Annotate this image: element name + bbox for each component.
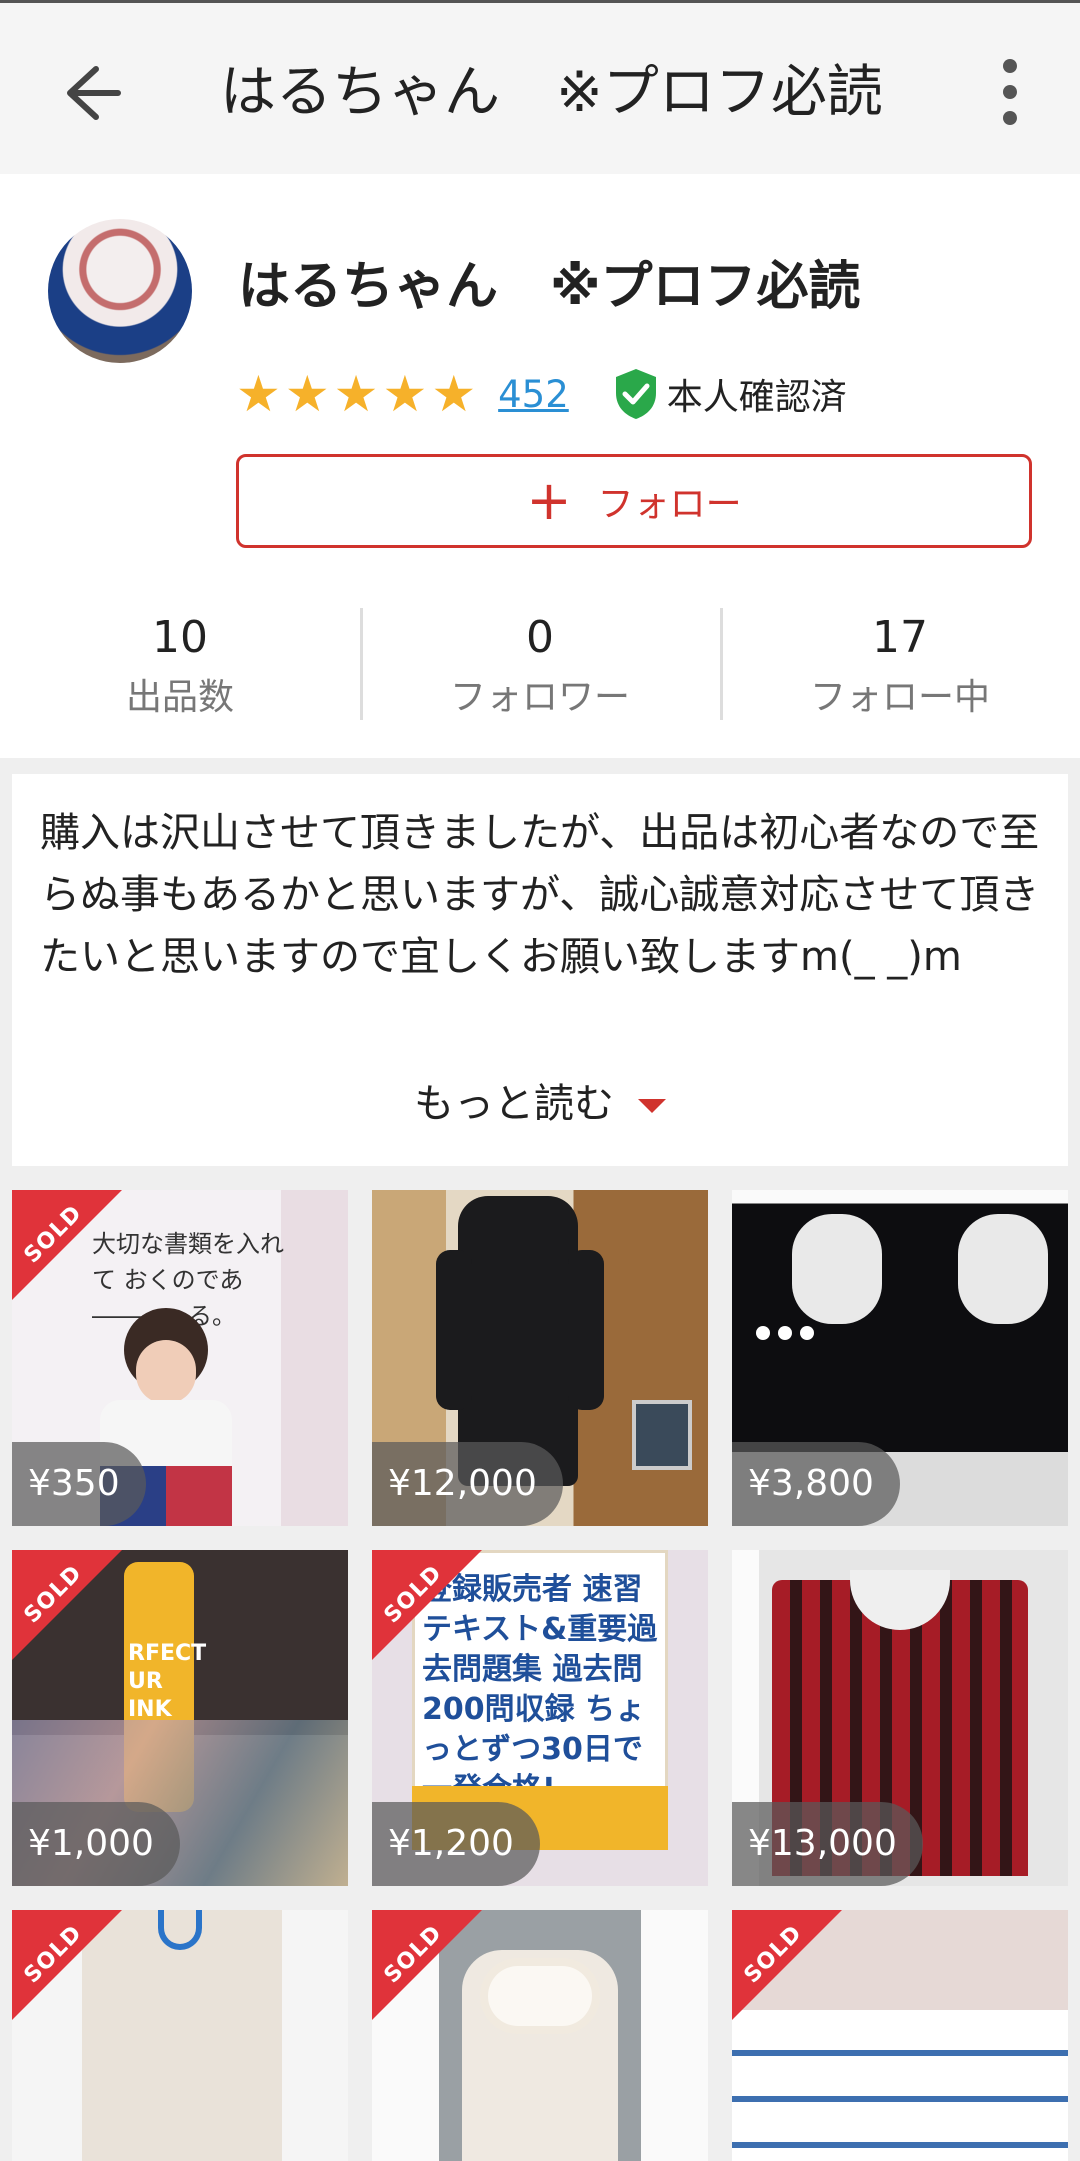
item-card[interactable]: ¥13,000 xyxy=(732,1550,1068,1886)
caret-down-icon xyxy=(638,1099,666,1113)
item-price: ¥1,200 xyxy=(372,1802,540,1886)
profile-card: はるちゃん ※プロフ必読 ★ ★ ★ ★ ★ 452 本人確認済 + フォロー … xyxy=(0,174,1080,758)
user-name: はるちゃん ※プロフ必読 xyxy=(238,257,861,317)
star-icon: ★ xyxy=(382,365,428,423)
stat-label: フォロー中 xyxy=(809,677,990,718)
shield-check-icon xyxy=(615,369,656,419)
stat-label: フォロワー xyxy=(449,677,630,718)
rating-row: ★ ★ ★ ★ ★ 452 本人確認済 xyxy=(236,364,847,424)
star-icon: ★ xyxy=(333,365,379,423)
stat-listings[interactable]: 10 出品数 xyxy=(0,592,360,728)
read-more-label: もっと読む xyxy=(414,1081,614,1127)
item-price: ¥13,000 xyxy=(732,1802,923,1886)
avatar[interactable] xyxy=(48,219,192,363)
rating-stars: ★ ★ ★ ★ ★ xyxy=(236,366,476,422)
item-price: ¥350 xyxy=(12,1442,146,1526)
stat-value: 10 xyxy=(152,612,208,663)
follow-label: フォロー xyxy=(597,484,742,525)
item-card[interactable]: ¥12,000 xyxy=(372,1190,708,1526)
more-vertical-icon[interactable] xyxy=(990,59,1030,131)
item-card[interactable]: SOLD xyxy=(12,1910,348,2161)
star-icon: ★ xyxy=(431,365,477,423)
item-card[interactable]: 大切な書類を入れて おくのであ――――る。 SOLD ¥350 xyxy=(12,1190,348,1526)
stat-followers[interactable]: 0 フォロワー xyxy=(360,592,720,728)
app-bar: はるちゃん ※プロフ必読 xyxy=(0,0,1080,174)
star-icon: ★ xyxy=(284,365,330,423)
item-price: ¥12,000 xyxy=(372,1442,563,1526)
bio-section: 購入は沢山させて頂きましたが、出品は初心者なので至らぬ事もあるかと思いますが、誠… xyxy=(12,774,1068,1166)
bio-text: 購入は沢山させて頂きましたが、出品は初心者なので至らぬ事もあるかと思いますが、誠… xyxy=(40,810,1040,980)
stats-row: 10 出品数 0 フォロワー 17 フォロー中 xyxy=(0,592,1080,728)
verified-label: 本人確認済 xyxy=(666,377,847,418)
page-title: はるちゃん ※プロフ必読 xyxy=(220,60,883,125)
stat-following[interactable]: 17 フォロー中 xyxy=(720,592,1080,728)
stat-value: 0 xyxy=(526,612,554,663)
item-card[interactable]: 登録販売者 速習テキスト&重要過去問題集 過去問200問収録 ちょっとずつ30日… xyxy=(372,1550,708,1886)
star-icon: ★ xyxy=(236,365,281,423)
stat-value: 17 xyxy=(872,612,928,663)
stat-label: 出品数 xyxy=(125,677,234,718)
read-more-button[interactable]: もっと読む xyxy=(12,1074,1068,1134)
item-card[interactable]: RFECT UR INK SOLD ¥1,000 xyxy=(12,1550,348,1886)
plus-icon: + xyxy=(526,469,572,532)
item-card[interactable]: SOLD xyxy=(372,1910,708,2161)
item-price: ¥1,000 xyxy=(12,1802,180,1886)
arrow-left-icon[interactable] xyxy=(46,53,126,133)
item-card[interactable]: SOLD xyxy=(732,1910,1068,2161)
review-count-link[interactable]: 452 xyxy=(498,373,569,416)
item-price: ¥3,800 xyxy=(732,1442,900,1526)
verified-badge: 本人確認済 xyxy=(613,367,847,421)
item-card[interactable]: ¥3,800 xyxy=(732,1190,1068,1526)
item-photo-text: RFECT UR INK xyxy=(128,1641,207,1722)
follow-button[interactable]: + フォロー xyxy=(236,454,1032,548)
